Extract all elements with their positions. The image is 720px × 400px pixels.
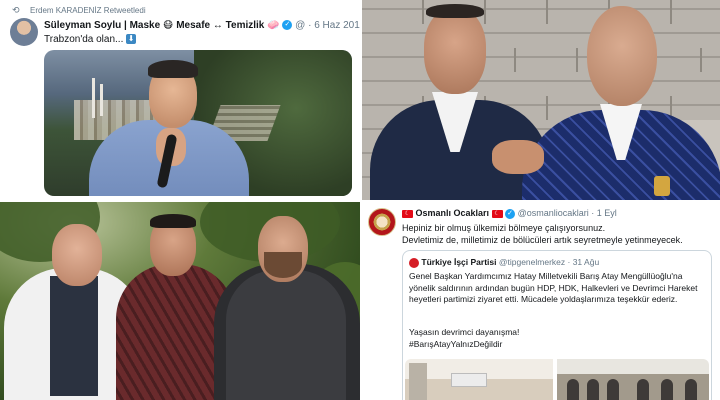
quoted-handle-date[interactable]: @tipgenelmerkez · 31 Ağu [499, 257, 599, 267]
air-conditioner [451, 373, 487, 387]
quoted-slogan: Yaşasın devrimci dayanışma! [409, 327, 520, 337]
quote-tweet-panel: ☾ Osmanlı Ocakları ☾ ✓ @osmanliocaklari … [362, 202, 720, 400]
hashtag-link[interactable]: #BarışAtayYalnızDeğildir [409, 339, 502, 349]
arrows-emoji-icon: ↔ [212, 20, 223, 31]
retweet-icon: ⟲ [12, 5, 20, 15]
retweet-panel: ⟲ Erdem KARADENİZ Retweetledi Süleyman S… [0, 0, 362, 200]
quoted-tweet[interactable]: Türkiye İşçi Partisi @tipgenelmerkez · 3… [402, 250, 712, 400]
author-name-part2[interactable]: Mesafe [176, 20, 210, 31]
tweet-header: ☾ Osmanlı Ocakları ☾ ✓ @osmanliocaklari … [402, 208, 617, 219]
quoted-image-right[interactable] [557, 359, 709, 400]
person [661, 379, 673, 400]
left-man-head [424, 8, 486, 94]
handshake [492, 140, 544, 174]
man-right-beard [264, 252, 302, 278]
verified-icon: ✓ [282, 20, 293, 31]
handshake-photo [362, 0, 720, 200]
turkey-flag-icon: ☾ [491, 209, 503, 218]
man-right-vest [226, 270, 346, 400]
person [587, 379, 599, 400]
avatar[interactable] [409, 257, 419, 268]
minaret [100, 84, 103, 116]
tweet-text: Trabzon'da olan... ⬇ [44, 34, 137, 45]
quoted-image-left[interactable] [405, 359, 553, 400]
author-name[interactable]: Süleyman Soylu | Maske [44, 20, 160, 31]
soap-emoji-icon: 🧼 [267, 20, 280, 31]
door [409, 363, 427, 400]
handle[interactable]: @osmanliocaklari [518, 208, 589, 218]
man-left-head [52, 224, 102, 286]
quoted-tweet-header: Türkiye İşçi Partisi @tipgenelmerkez · 3… [409, 257, 599, 268]
quoted-tweet-text: Genel Başkan Yardımcımız Hatay Milletvek… [409, 271, 698, 304]
left-man-hair [426, 4, 484, 18]
verified-icon: ✓ [505, 208, 516, 219]
person [607, 379, 619, 400]
man-center-hair [150, 214, 196, 228]
down-arrow-icon: ⬇ [126, 34, 137, 45]
turkey-flag-icon: ☾ [402, 209, 413, 218]
quoted-author-name[interactable]: Türkiye İşçi Partisi [421, 257, 496, 267]
mask-emoji-icon: 😷 [162, 20, 174, 31]
tweet-header: Süleyman Soylu | Maske 😷 Mesafe ↔ Temizl… [44, 20, 360, 31]
handle-date[interactable]: @ · 6 Haz 2019 [295, 20, 360, 31]
person [637, 379, 649, 400]
man-left-shirt [50, 276, 98, 396]
avatar[interactable] [368, 208, 396, 236]
minaret [92, 78, 95, 118]
pocket-square [654, 176, 670, 196]
tweet-text: Hepiniz bir olmuş ülkemizi bölmeye çalış… [402, 223, 683, 245]
person [567, 379, 579, 400]
person [685, 379, 697, 400]
avatar[interactable] [10, 18, 38, 46]
author-name[interactable]: Osmanlı Ocakları [416, 208, 490, 218]
author-name-part3[interactable]: Temizlik [226, 20, 265, 31]
speaker-hair [148, 60, 198, 78]
right-man-head [587, 6, 657, 106]
tweet-date[interactable]: · 1 Eyl [591, 208, 617, 218]
retweet-attribution: Erdem KARADENİZ Retweetledi [30, 6, 146, 15]
three-men-photo [0, 202, 360, 400]
tweet-video-thumbnail[interactable] [44, 50, 352, 196]
